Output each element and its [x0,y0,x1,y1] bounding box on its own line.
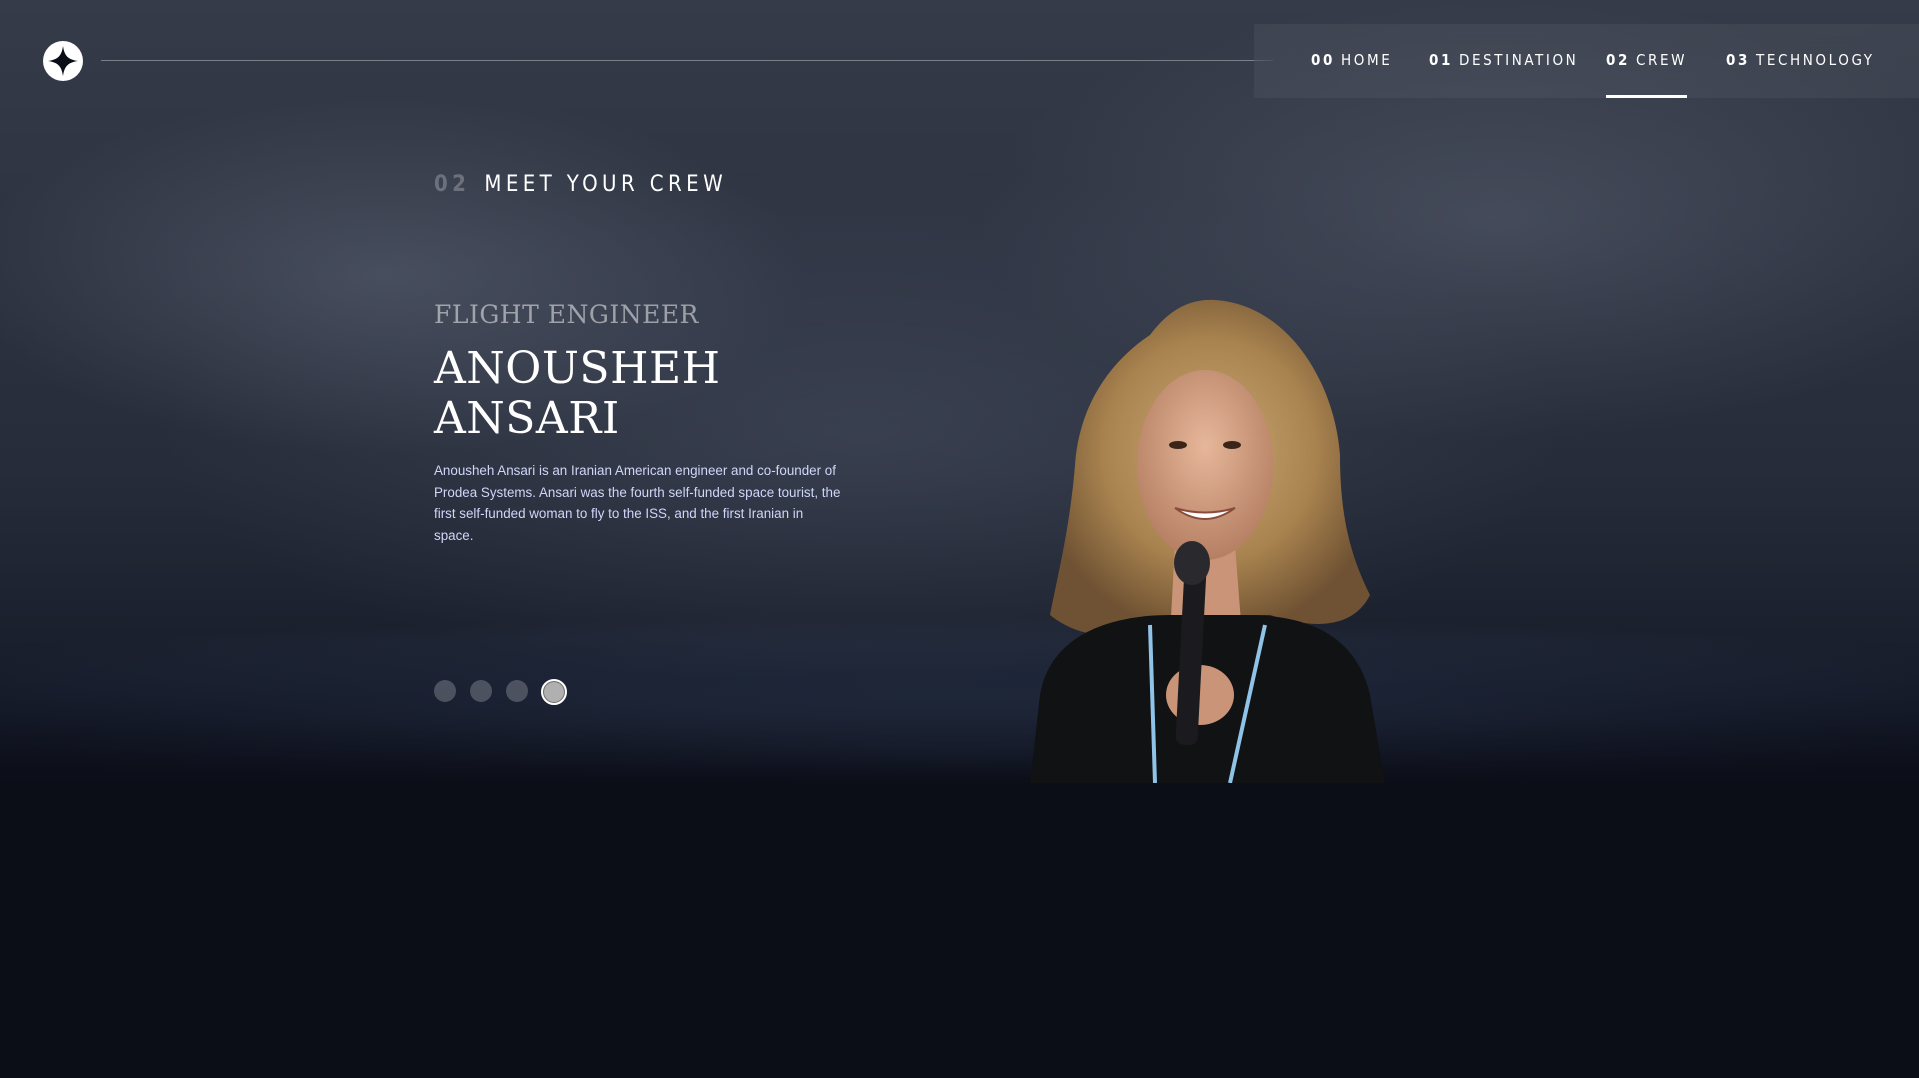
nav-item-technology[interactable]: 03 TECHNOLOGY [1726,24,1875,98]
nav-item-number: 01 [1429,51,1453,69]
nav-item-destination[interactable]: 01 DESTINATION [1429,24,1578,98]
crew-bio: Anousheh Ansari is an Iranian American e… [434,463,841,543]
nav-item-home[interactable]: 00 HOME [1311,24,1392,98]
nav-item-label: CREW [1635,51,1688,69]
crew-name: ANOUSHEH ANSARI [434,344,854,444]
nav-item-crew[interactable]: 02 CREW [1606,24,1688,98]
crew-portrait [1030,299,1385,783]
nav-item-number: 00 [1311,51,1335,69]
crew-role: FLIGHT ENGINEER [434,300,699,329]
crew-dot-4[interactable] [541,679,567,705]
crew-dot-1[interactable] [434,680,456,702]
crew-dot-3[interactable] [506,680,528,702]
nav-item-label: HOME [1340,51,1393,69]
crew-name-line-1: ANOUSHEH [434,343,721,394]
header-divider [101,60,1273,61]
crew-dot-2[interactable] [470,680,492,702]
nav-item-label: TECHNOLOGY [1755,51,1875,69]
star-logo-icon[interactable] [43,41,83,81]
section-number: 02 [434,172,471,197]
nav-item-label: DESTINATION [1458,51,1579,69]
section-title: MEET YOUR CREW [484,172,728,197]
main-nav: 00 HOME 01 DESTINATION 02 CREW 03 TECHNOLOGY [1254,24,1919,98]
nav-item-number: 02 [1606,51,1630,69]
background-fade [0,640,1919,785]
nav-item-number: 03 [1726,51,1750,69]
section-heading: 02 MEET YOUR CREW [434,172,727,197]
crew-name-line-2: ANSARI [434,393,620,444]
